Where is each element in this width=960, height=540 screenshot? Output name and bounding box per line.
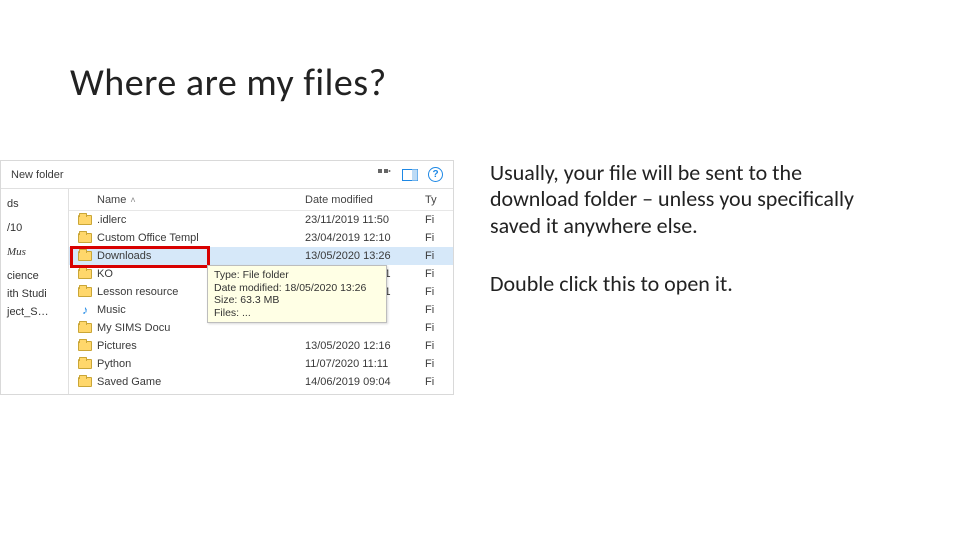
col-date-header[interactable]: Date modified [305,194,425,206]
file-date: 11/07/2020 11:11 [305,358,425,370]
folder-icon [77,321,93,335]
tooltip-line: Type: File folder [214,269,380,282]
sort-chevron-icon: ˄ [130,195,135,205]
nav-item[interactable]: /10 [5,219,64,237]
instruction-paragraph-1: Usually, your file will be sent to the d… [490,160,870,239]
instruction-paragraph-2: Double click this to open it. [490,271,870,297]
music-icon: ♪ [77,303,93,317]
col-name-header[interactable]: Name [97,194,126,206]
file-date: 13/05/2020 13:26 [305,250,425,262]
file-type: Fi [425,358,453,370]
folder-icon [77,267,93,281]
folder-icon [77,231,93,245]
file-date: 23/04/2019 12:10 [305,232,425,244]
file-name: Python [97,358,305,370]
file-type: Fi [425,340,453,352]
file-explorer-window: New folder ? ds /10 Mus cience [0,160,454,395]
table-row[interactable]: Python11/07/2020 11:11Fi [69,355,453,373]
table-row[interactable]: Saved Game14/06/2019 09:04Fi [69,373,453,391]
file-date: 23/11/2019 11:50 [305,214,425,226]
instructions-block: Usually, your file will be sent to the d… [490,160,870,330]
folder-icon [77,339,93,353]
view-options-icon[interactable] [376,167,392,183]
file-type: Fi [425,322,453,334]
column-headers[interactable]: Name ˄ Date modified Ty [69,189,453,211]
tooltip-line: Files: ... [214,307,380,320]
help-icon[interactable]: ? [428,167,443,182]
file-type: Fi [425,250,453,262]
nav-item[interactable]: ject_S… [5,303,64,321]
file-name: Custom Office Templ [97,232,305,244]
new-folder-button[interactable]: New folder [11,169,64,181]
folder-icon [77,213,93,227]
file-type: Fi [425,376,453,388]
file-type: Fi [425,268,453,280]
page-title: Where are my files? [70,60,387,106]
nav-item[interactable]: cience [5,267,64,285]
preview-pane-icon[interactable] [402,167,418,183]
nav-item[interactable]: ds [5,195,64,213]
file-type: Fi [425,232,453,244]
table-row[interactable]: Pictures13/05/2020 12:16Fi [69,337,453,355]
folder-tooltip: Type: File folder Date modified: 18/05/2… [207,265,387,323]
folder-icon [77,249,93,263]
explorer-toolbar: New folder ? [1,161,453,189]
file-name: Pictures [97,340,305,352]
table-row[interactable]: Downloads13/05/2020 13:26Fi [69,247,453,265]
file-name: Saved Game [97,376,305,388]
file-type: Fi [425,286,453,298]
file-name: My SIMS Docu [97,322,305,334]
tooltip-line: Size: 63.3 MB [214,294,380,307]
file-type: Fi [425,304,453,316]
folder-icon [77,375,93,389]
table-row[interactable]: Custom Office Templ23/04/2019 12:10Fi [69,229,453,247]
nav-item[interactable]: ith Studi [5,285,64,303]
tooltip-line: Date modified: 18/05/2020 13:26 [214,282,380,295]
file-name: .idlerc [97,214,305,226]
nav-item[interactable]: Mus [5,243,64,261]
file-name: Downloads [97,250,305,262]
nav-pane: ds /10 Mus cience ith Studi ject_S… [1,189,69,394]
col-type-header[interactable]: Ty [425,194,453,206]
table-row[interactable]: .idlerc23/11/2019 11:50Fi [69,211,453,229]
file-list-pane: Name ˄ Date modified Ty .idlerc23/11/2019… [69,189,453,394]
file-date: 13/05/2020 12:16 [305,340,425,352]
folder-icon [77,357,93,371]
file-date: 14/06/2019 09:04 [305,376,425,388]
file-type: Fi [425,214,453,226]
folder-icon [77,285,93,299]
